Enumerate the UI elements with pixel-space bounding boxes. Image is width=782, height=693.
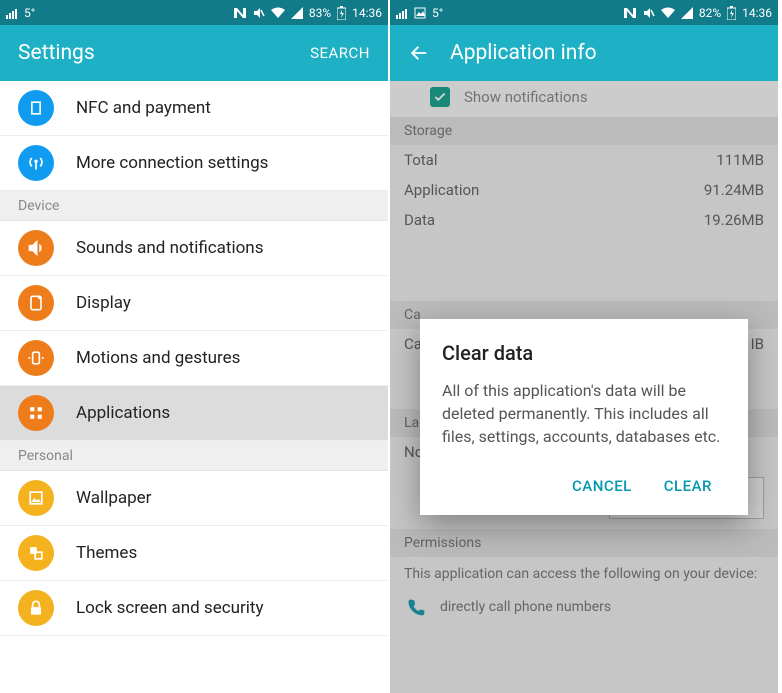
signal-icon (681, 7, 693, 19)
row-label: Sounds and notifications (76, 238, 263, 258)
row-more-connection[interactable]: More connection settings (0, 136, 388, 191)
clock: 14:36 (352, 6, 382, 20)
temperature: 5° (24, 6, 35, 20)
apps-icon (18, 395, 54, 431)
row-wallpaper[interactable]: Wallpaper (0, 471, 388, 526)
battery-percent: 82% (699, 6, 721, 20)
status-bar: 5° 83% 14:36 (0, 0, 388, 25)
battery-charging-icon (337, 6, 346, 20)
wifi-icon (661, 7, 675, 19)
display-icon (18, 285, 54, 321)
row-sounds[interactable]: Sounds and notifications (0, 221, 388, 276)
dialog-title: Clear data (442, 341, 726, 365)
motions-icon (18, 340, 54, 376)
dialog-clear-button[interactable]: CLEAR (650, 467, 726, 505)
row-label: Display (76, 293, 131, 313)
nfc-payment-icon (18, 90, 54, 126)
antenna-icon (18, 145, 54, 181)
page-title: Application info (450, 41, 597, 65)
wifi-icon (271, 7, 285, 19)
row-label: Themes (76, 543, 137, 563)
row-label: Applications (76, 403, 170, 423)
volume-icon (18, 230, 54, 266)
row-label: Wallpaper (76, 488, 151, 508)
row-label: Motions and gestures (76, 348, 240, 368)
row-label: NFC and payment (76, 98, 211, 118)
lock-icon (18, 590, 54, 626)
battery-charging-icon (727, 6, 736, 20)
section-device: Device (0, 191, 388, 221)
row-motions[interactable]: Motions and gestures (0, 331, 388, 386)
screen-app-info: 5° 82% 14:36 Application info Show notif… (390, 0, 780, 693)
page-title: Settings (18, 41, 95, 65)
dialog-body: All of this application's data will be d… (442, 379, 726, 449)
appbar: Application info (390, 25, 778, 81)
wallpaper-icon (18, 480, 54, 516)
battery-percent: 83% (309, 6, 331, 20)
nfc-icon (233, 7, 247, 19)
section-personal: Personal (0, 441, 388, 471)
row-label: Lock screen and security (76, 598, 264, 618)
signal-bars-icon (396, 7, 408, 19)
screenshot-notif-icon (414, 7, 426, 19)
settings-list: NFC and payment More connection settings… (0, 81, 388, 636)
mute-icon (643, 7, 655, 19)
row-nfc-payment[interactable]: NFC and payment (0, 81, 388, 136)
row-themes[interactable]: Themes (0, 526, 388, 581)
temperature: 5° (432, 6, 443, 20)
status-bar: 5° 82% 14:36 (390, 0, 778, 25)
signal-icon (291, 7, 303, 19)
themes-icon (18, 535, 54, 571)
appbar: Settings SEARCH (0, 25, 388, 81)
back-arrow-icon[interactable] (408, 42, 430, 64)
row-lock-security[interactable]: Lock screen and security (0, 581, 388, 636)
signal-bars-icon (6, 7, 18, 19)
nfc-icon (623, 7, 637, 19)
search-button[interactable]: SEARCH (310, 44, 370, 62)
mute-icon (253, 7, 265, 19)
row-label: More connection settings (76, 153, 268, 173)
row-applications[interactable]: Applications (0, 386, 388, 441)
screen-settings: 5° 83% 14:36 Settings SEARCH NFC and pay… (0, 0, 390, 693)
clear-data-dialog: Clear data All of this application's dat… (420, 319, 748, 515)
clock: 14:36 (742, 6, 772, 20)
dialog-cancel-button[interactable]: CANCEL (558, 467, 646, 505)
row-display[interactable]: Display (0, 276, 388, 331)
